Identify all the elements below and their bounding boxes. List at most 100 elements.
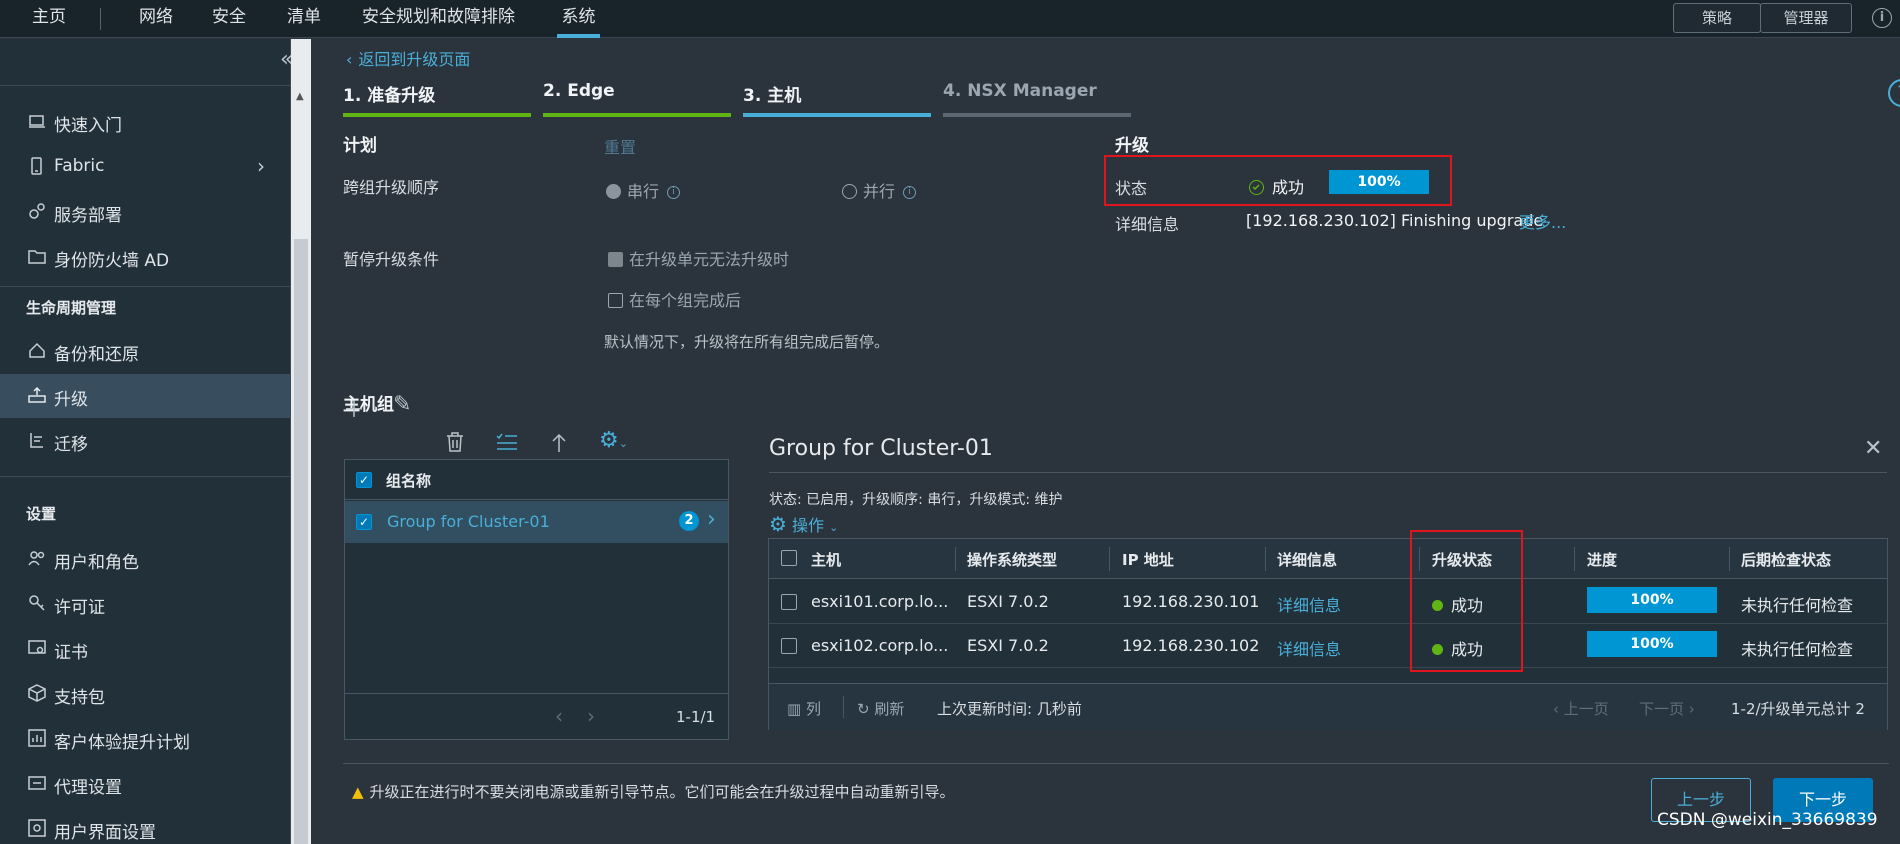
manager-button[interactable]: 管理器 xyxy=(1760,3,1852,33)
refresh-icon: ↻ xyxy=(857,700,870,718)
serial-radio[interactable]: 串行 i xyxy=(606,178,681,202)
prev-page-icon[interactable]: ‹ xyxy=(555,704,563,728)
next-page-button[interactable]: 下一页 › xyxy=(1639,698,1695,719)
info-icon[interactable]: i xyxy=(903,186,917,199)
watermark: CSDN @weixin_33669839 xyxy=(1657,810,1878,830)
back-link-label: 返回到升级页面 xyxy=(358,50,471,69)
sidebar-section-settings: 设置 xyxy=(26,505,57,523)
detail-title: Group for Cluster-01 xyxy=(769,436,993,461)
footer-divider xyxy=(843,696,844,718)
group-name: Group for Cluster-01 xyxy=(387,512,550,531)
scrollbar-thumb[interactable] xyxy=(294,239,308,844)
details-link[interactable]: 详细信息 xyxy=(1277,636,1341,660)
sidebar-item-label: 用户界面设置 xyxy=(54,823,156,843)
users-icon xyxy=(28,551,45,566)
pause-option-fail[interactable]: 在升级单元无法升级时 xyxy=(608,246,789,270)
sidebar-item-ui-settings[interactable]: 用户界面设置 xyxy=(0,807,291,844)
post-check-status: 未执行任何检查 xyxy=(1741,596,1854,615)
prev-page-button[interactable]: ‹ 上一页 xyxy=(1553,698,1609,719)
sidebar-item-fabric[interactable]: Fabric › xyxy=(0,145,291,189)
nav-tab-security[interactable]: 安全 xyxy=(212,0,246,38)
chevron-right-icon: › xyxy=(1688,700,1695,718)
step-nsx-manager[interactable]: 4. NSX Manager xyxy=(943,81,1131,117)
sidebar-item-certificates[interactable]: 证书 xyxy=(0,627,291,671)
grid-footer: ‹ › 1-1/1 xyxy=(345,693,728,740)
sidebar-scrollbar[interactable]: ▲ xyxy=(291,39,311,844)
hosts-grid: 主机 操作系统类型 IP 地址 详细信息 升级状态 进度 后期检查状态 esxi… xyxy=(768,538,1888,730)
sidebar-item-proxy[interactable]: 代理设置 xyxy=(0,762,291,806)
columns-button[interactable]: ▥ 列 xyxy=(787,698,821,719)
ip-address: 192.168.230.102 xyxy=(1122,636,1260,655)
upgrade-warning: ▲ 升级正在进行时不要关闭电源或重新引导节点。它们可能会在升级过程中自动重新引导。 xyxy=(352,781,955,802)
step-edge[interactable]: 2. Edge xyxy=(543,81,731,117)
nav-tab-network[interactable]: 网络 xyxy=(139,0,173,38)
step-label: 3. 主机 xyxy=(743,86,802,106)
nav-divider xyxy=(100,8,101,30)
scroll-up-icon[interactable]: ▲ xyxy=(296,91,304,102)
reorder-icon[interactable] xyxy=(496,433,518,451)
host-name: esxi101.corp.lo... xyxy=(811,592,949,611)
backup-icon xyxy=(29,342,45,358)
refresh-label: 刷新 xyxy=(874,700,905,718)
sidebar-item-ceip[interactable]: 客户体验提升计划 xyxy=(0,717,291,761)
next-page-icon[interactable]: › xyxy=(587,704,595,728)
sidebar-item-label: 服务部署 xyxy=(54,206,122,226)
delete-icon[interactable] xyxy=(445,431,465,453)
sidebar-item-users-roles[interactable]: 用户和角色 xyxy=(0,537,291,581)
policy-button[interactable]: 策略 xyxy=(1673,3,1761,33)
select-all-checkbox[interactable] xyxy=(781,550,797,566)
column-separator xyxy=(955,547,956,571)
details-link[interactable]: 详细信息 xyxy=(1277,592,1341,616)
parallel-radio[interactable]: 并行 i xyxy=(842,178,917,202)
os-type: ESXI 7.0.2 xyxy=(967,592,1049,611)
row-checkbox[interactable] xyxy=(781,638,797,654)
row-checkbox[interactable] xyxy=(781,594,797,610)
sidebar-item-support-bundle[interactable]: 支持包 xyxy=(0,672,291,716)
back-to-upgrade-link[interactable]: ‹ 返回到升级页面 xyxy=(346,46,470,70)
table-row[interactable]: esxi102.corp.lo... ESXI 7.0.2 192.168.23… xyxy=(769,624,1887,668)
pause-option-group[interactable]: 在每个组完成后 xyxy=(608,287,741,311)
close-icon[interactable]: ✕ xyxy=(1864,436,1882,461)
group-row[interactable]: ✓ Group for Cluster-01 2 › xyxy=(345,501,728,543)
nav-tab-planning[interactable]: 安全规划和故障排除 xyxy=(362,0,515,38)
sidebar-item-idfw[interactable]: 身份防火墙 AD xyxy=(0,235,291,279)
step-label: 4. NSX Manager xyxy=(943,81,1097,101)
nav-tab-system[interactable]: 系统 xyxy=(557,0,600,38)
sidebar-item-upgrade[interactable]: 升级 xyxy=(0,374,291,418)
nav-home[interactable]: 主页 xyxy=(32,0,66,38)
nav-tab-inventory[interactable]: 清单 xyxy=(287,0,321,38)
add-icon[interactable]: ＋ xyxy=(343,392,365,424)
sidebar-divider xyxy=(0,476,291,477)
sidebar-item-backup[interactable]: 备份和还原 xyxy=(0,329,291,373)
serial-label: 串行 xyxy=(627,182,660,201)
row-checkbox[interactable]: ✓ xyxy=(356,514,372,530)
sidebar-section-lifecycle: 生命周期管理 xyxy=(26,299,117,317)
status-success: 成功 xyxy=(1249,174,1304,198)
next-label: 下一页 xyxy=(1639,700,1685,718)
edit-icon[interactable]: ✎ xyxy=(393,392,411,417)
step-prepare[interactable]: 1. 准备升级 xyxy=(343,81,531,117)
sidebar-item-label: 证书 xyxy=(54,643,88,663)
sidebar-item-service-deploy[interactable]: 服务部署 xyxy=(0,190,291,234)
table-row[interactable]: esxi101.corp.lo... ESXI 7.0.2 192.168.23… xyxy=(769,580,1887,624)
sidebar-item-migrate[interactable]: 迁移 xyxy=(0,419,291,463)
proxy-icon xyxy=(28,776,46,790)
move-up-icon[interactable] xyxy=(551,433,567,453)
step-indicator xyxy=(543,113,731,117)
info-icon[interactable]: i xyxy=(667,186,681,199)
sidebar-item-quickstart[interactable]: 快速入门 xyxy=(0,100,291,144)
plan-title: 计划 xyxy=(343,136,377,156)
step-hosts[interactable]: 3. 主机 xyxy=(743,81,931,117)
info-icon[interactable]: i xyxy=(1872,8,1892,28)
settings-icon[interactable]: ⚙⌄ xyxy=(599,428,628,453)
sidebar-item-license[interactable]: 许可证 xyxy=(0,582,291,626)
certificate-icon xyxy=(28,640,46,654)
more-link[interactable]: 更多... xyxy=(1519,209,1566,233)
help-icon[interactable]: ? xyxy=(1888,79,1900,107)
refresh-button[interactable]: ↻ 刷新 xyxy=(857,698,904,719)
step-indicator xyxy=(343,113,531,117)
actions-menu[interactable]: ⚙ 操作 ⌄ xyxy=(769,512,838,536)
reset-link[interactable]: 重置 xyxy=(604,134,636,158)
step-label: 2. Edge xyxy=(543,81,615,101)
select-all-checkbox[interactable]: ✓ xyxy=(356,472,372,488)
